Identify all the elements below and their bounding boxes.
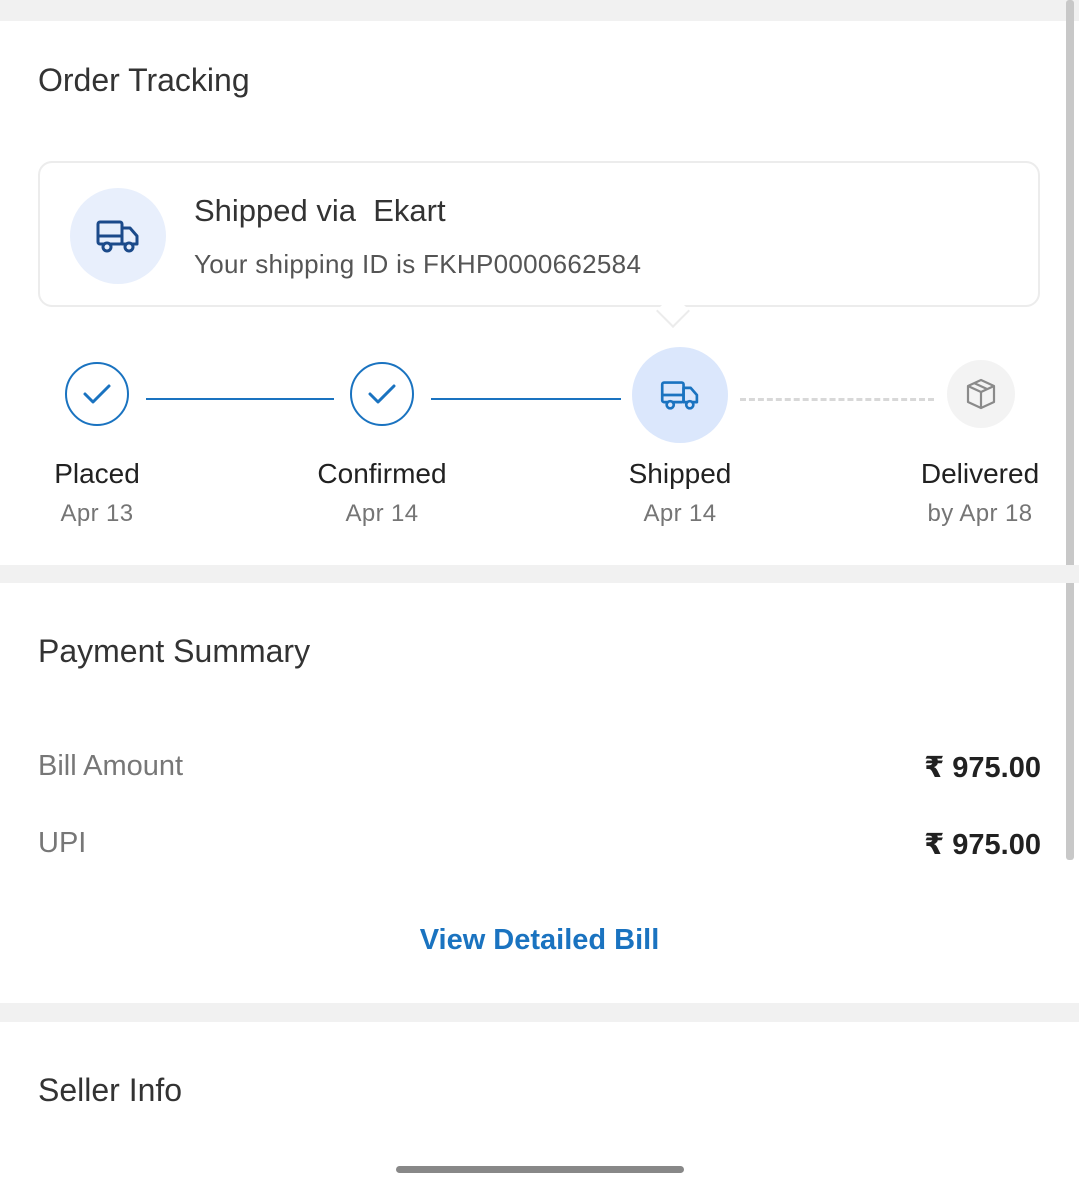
progress-line-1 [146, 398, 334, 400]
shipping-carrier-title: Shipped via Ekart [194, 193, 446, 228]
upi-label: UPI [38, 827, 87, 859]
step-label-delivered: Delivered [920, 458, 1040, 489]
step-date-shipped: Apr 14 [643, 500, 717, 527]
bill-amount-value: ₹ 975.00 [924, 752, 1041, 784]
step-date-delivered: by Apr 18 [927, 500, 1033, 527]
scrollbar[interactable] [1066, 0, 1074, 860]
payment-summary-title: Payment Summary [38, 633, 311, 669]
section-divider [0, 1003, 1079, 1022]
seller-info-title: Seller Info [38, 1072, 183, 1108]
progress-line-2 [431, 398, 621, 400]
shipping-id-text: Your shipping ID is FKHP0000662584 [194, 249, 642, 279]
step-confirmed-check-icon [350, 362, 414, 426]
order-tracking-title: Order Tracking [38, 62, 250, 98]
section-divider [0, 565, 1079, 583]
step-date-placed: Apr 13 [60, 500, 134, 527]
step-placed-check-icon [65, 362, 129, 426]
truck-icon [70, 188, 166, 284]
progress-line-pending [740, 398, 934, 401]
upi-value: ₹ 975.00 [924, 829, 1041, 861]
view-detailed-bill-link[interactable]: View Detailed Bill [0, 924, 1079, 957]
shipping-info-card: Shipped via Ekart Your shipping ID is FK… [38, 161, 1040, 307]
step-delivered-box-icon [947, 360, 1015, 428]
step-date-confirmed: Apr 14 [345, 500, 419, 527]
step-shipped-truck-icon [632, 347, 728, 443]
step-label-confirmed: Confirmed [317, 458, 447, 489]
bill-amount-label: Bill Amount [38, 750, 184, 782]
step-label-placed: Placed [54, 458, 140, 489]
step-label-shipped: Shipped [628, 458, 732, 489]
top-divider [0, 0, 1079, 21]
home-indicator[interactable] [396, 1166, 684, 1173]
